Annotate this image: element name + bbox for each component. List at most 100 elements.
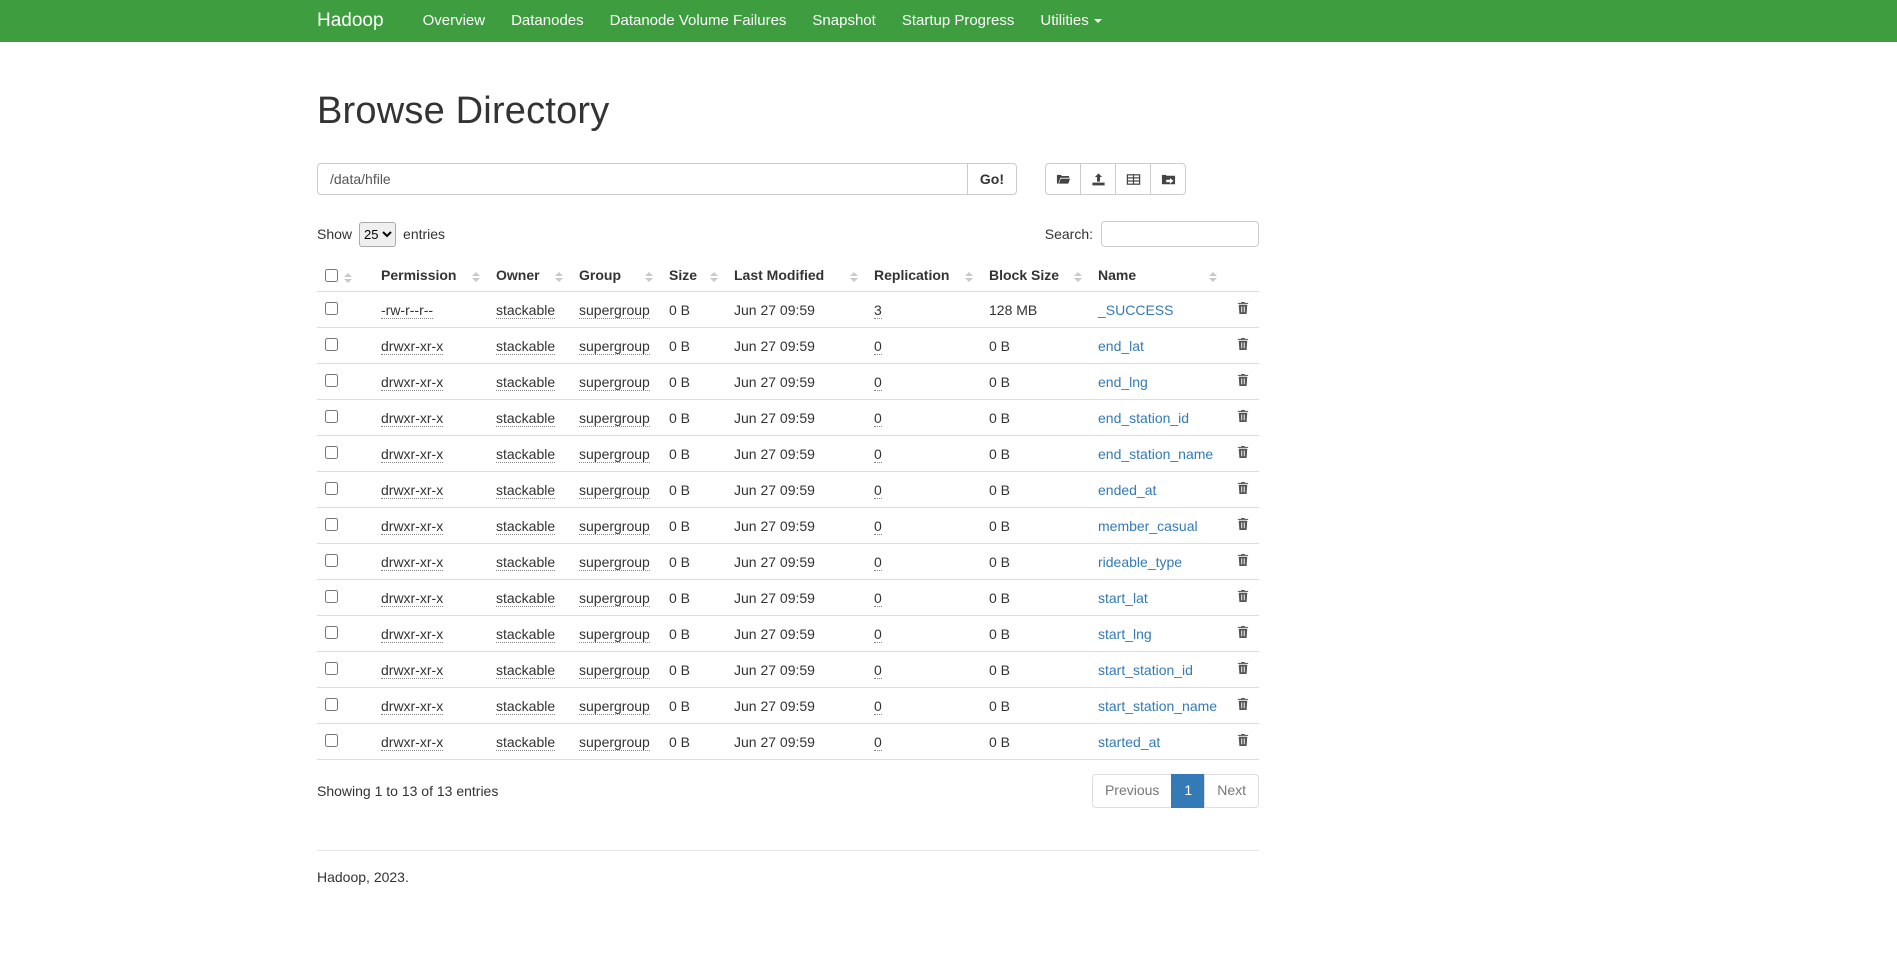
col-header-size[interactable]: Size bbox=[661, 259, 726, 292]
page-size-select[interactable]: 25 bbox=[359, 222, 396, 247]
permission-value: drwxr-xr-x bbox=[381, 626, 443, 643]
file-name-link[interactable]: end_station_id bbox=[1098, 410, 1189, 426]
row-checkbox[interactable] bbox=[325, 302, 338, 315]
delete-button[interactable] bbox=[1233, 731, 1253, 752]
file-name-link[interactable]: end_station_name bbox=[1098, 446, 1213, 462]
nav-item-datanode-volume-failures[interactable]: Datanode Volume Failures bbox=[597, 0, 800, 42]
nav-item-utilities[interactable]: Utilities bbox=[1027, 0, 1114, 42]
col-header-owner[interactable]: Owner bbox=[488, 259, 571, 292]
col-header-last-modified[interactable]: Last Modified bbox=[726, 259, 866, 292]
file-name-link[interactable]: ended_at bbox=[1098, 482, 1156, 498]
owner-value: stackable bbox=[496, 626, 555, 643]
trash-icon bbox=[1237, 481, 1249, 495]
nav-item-datanodes[interactable]: Datanodes bbox=[498, 0, 597, 42]
replication-cell: 0 bbox=[866, 400, 981, 436]
delete-button[interactable] bbox=[1233, 407, 1253, 428]
sort-icon bbox=[555, 272, 563, 282]
sort-icon[interactable] bbox=[344, 273, 352, 283]
row-checkbox-cell bbox=[317, 364, 373, 400]
page-title: Browse Directory bbox=[317, 90, 1259, 133]
row-checkbox[interactable] bbox=[325, 338, 338, 351]
block-size-cell: 0 B bbox=[981, 364, 1090, 400]
row-checkbox[interactable] bbox=[325, 626, 338, 639]
col-header-block-size[interactable]: Block Size bbox=[981, 259, 1090, 292]
file-name-link[interactable]: start_lat bbox=[1098, 590, 1148, 606]
group-cell: supergroup bbox=[571, 544, 661, 580]
upload-button[interactable] bbox=[1080, 163, 1116, 195]
table-grid-button[interactable] bbox=[1115, 163, 1151, 195]
col-header-group[interactable]: Group bbox=[571, 259, 661, 292]
size-cell: 0 B bbox=[661, 364, 726, 400]
pagination-previous[interactable]: Previous bbox=[1092, 774, 1172, 808]
row-checkbox[interactable] bbox=[325, 410, 338, 423]
row-checkbox[interactable] bbox=[325, 698, 338, 711]
pagination-next[interactable]: Next bbox=[1204, 774, 1259, 808]
delete-button[interactable] bbox=[1233, 371, 1253, 392]
block-size-cell: 0 B bbox=[981, 436, 1090, 472]
open-folder-button[interactable] bbox=[1045, 163, 1081, 195]
move-folder-button[interactable] bbox=[1150, 163, 1186, 195]
row-checkbox[interactable] bbox=[325, 590, 338, 603]
group-value: supergroup bbox=[579, 590, 650, 607]
pagination-page-1[interactable]: 1 bbox=[1171, 774, 1205, 808]
delete-button[interactable] bbox=[1233, 623, 1253, 644]
row-checkbox[interactable] bbox=[325, 662, 338, 675]
owner-cell: stackable bbox=[488, 688, 571, 724]
nav-item-snapshot[interactable]: Snapshot bbox=[799, 0, 888, 42]
delete-button[interactable] bbox=[1233, 695, 1253, 716]
row-checkbox[interactable] bbox=[325, 482, 338, 495]
file-name-link[interactable]: end_lat bbox=[1098, 338, 1144, 354]
col-header-size-label: Size bbox=[669, 267, 697, 283]
replication-cell: 0 bbox=[866, 328, 981, 364]
trash-icon bbox=[1237, 373, 1249, 387]
delete-button[interactable] bbox=[1233, 587, 1253, 608]
replication-cell: 0 bbox=[866, 472, 981, 508]
trash-icon bbox=[1237, 517, 1249, 531]
search-control: Search: bbox=[1045, 221, 1259, 247]
group-cell: supergroup bbox=[571, 472, 661, 508]
delete-button[interactable] bbox=[1233, 551, 1253, 572]
size-cell: 0 B bbox=[661, 544, 726, 580]
group-cell: supergroup bbox=[571, 616, 661, 652]
row-checkbox[interactable] bbox=[325, 374, 338, 387]
col-header-replication[interactable]: Replication bbox=[866, 259, 981, 292]
group-cell: supergroup bbox=[571, 400, 661, 436]
file-name-link[interactable]: start_station_id bbox=[1098, 662, 1193, 678]
row-checkbox[interactable] bbox=[325, 734, 338, 747]
file-name-link[interactable]: _SUCCESS bbox=[1098, 302, 1173, 318]
nav-item-startup-progress[interactable]: Startup Progress bbox=[889, 0, 1028, 42]
sort-icon bbox=[1209, 272, 1217, 282]
delete-button[interactable] bbox=[1233, 659, 1253, 680]
delete-button[interactable] bbox=[1233, 515, 1253, 536]
search-input[interactable] bbox=[1101, 221, 1259, 247]
delete-button[interactable] bbox=[1233, 479, 1253, 500]
actions-cell bbox=[1225, 616, 1259, 652]
col-header-permission[interactable]: Permission bbox=[373, 259, 488, 292]
col-header-name[interactable]: Name bbox=[1090, 259, 1225, 292]
col-header-block-size-label: Block Size bbox=[989, 267, 1059, 283]
row-checkbox[interactable] bbox=[325, 554, 338, 567]
replication-cell: 0 bbox=[866, 688, 981, 724]
nav-item-overview[interactable]: Overview bbox=[410, 0, 499, 42]
file-name-link[interactable]: started_at bbox=[1098, 734, 1160, 750]
file-name-link[interactable]: member_casual bbox=[1098, 518, 1198, 534]
row-checkbox[interactable] bbox=[325, 446, 338, 459]
row-checkbox[interactable] bbox=[325, 518, 338, 531]
block-size-cell: 0 B bbox=[981, 724, 1090, 760]
col-header-permission-label: Permission bbox=[381, 267, 456, 283]
delete-button[interactable] bbox=[1233, 299, 1253, 320]
file-name-link[interactable]: end_lng bbox=[1098, 374, 1148, 390]
show-label: Show bbox=[317, 226, 352, 242]
navbar-brand[interactable]: Hadoop bbox=[317, 0, 384, 42]
file-name-link[interactable]: rideable_type bbox=[1098, 554, 1182, 570]
go-button[interactable]: Go! bbox=[967, 163, 1017, 195]
file-name-link[interactable]: start_lng bbox=[1098, 626, 1152, 642]
owner-cell: stackable bbox=[488, 544, 571, 580]
directory-toolbar bbox=[1045, 163, 1186, 195]
select-all-checkbox[interactable] bbox=[325, 269, 338, 282]
delete-button[interactable] bbox=[1233, 443, 1253, 464]
file-name-link[interactable]: start_station_name bbox=[1098, 698, 1217, 714]
delete-button[interactable] bbox=[1233, 335, 1253, 356]
directory-path-input[interactable] bbox=[317, 163, 968, 195]
trash-icon bbox=[1237, 697, 1249, 711]
